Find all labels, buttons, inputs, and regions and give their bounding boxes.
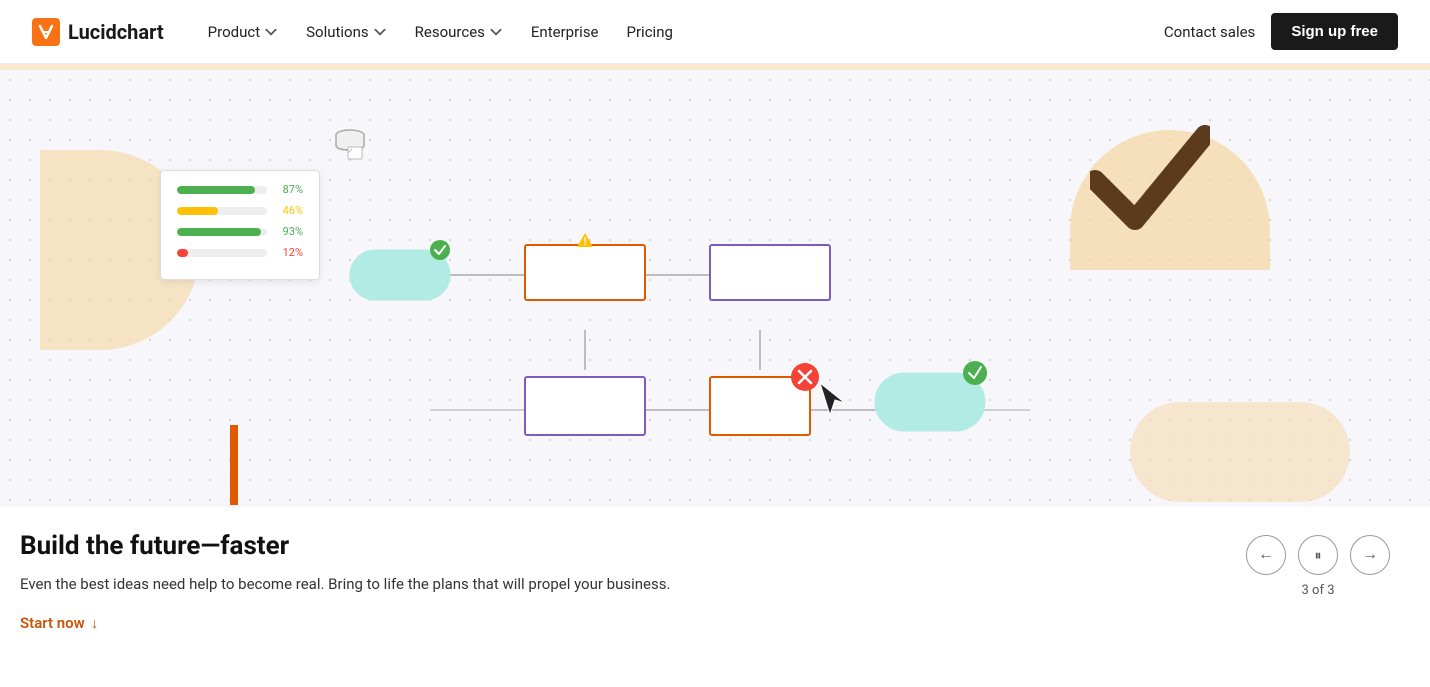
chevron-down-icon — [489, 25, 503, 39]
nav-solutions[interactable]: Solutions — [294, 15, 399, 49]
nav-resources[interactable]: Resources — [403, 15, 515, 49]
chart-card: 87% 46% 93% 12% — [160, 170, 320, 280]
logo-icon — [32, 18, 60, 46]
contact-sales-link[interactable]: Contact sales — [1164, 23, 1255, 41]
start-now-link[interactable]: Start now ↓ — [20, 614, 670, 632]
bottom-section: Build the future—faster Even the best id… — [0, 507, 1430, 687]
database-icon — [330, 125, 370, 173]
pause-button[interactable]: ⏸ — [1298, 535, 1338, 575]
flowchart-svg: ! — [330, 215, 1090, 495]
logo-text: Lucidchart — [68, 20, 164, 44]
nav-links: Product Solutions Resources Enterprise P… — [196, 15, 685, 49]
main-content: 87% 46% 93% 12% — [0, 70, 1430, 687]
arrow-down-icon: ↓ — [91, 614, 99, 632]
chart-row-3: 93% — [177, 225, 303, 238]
navbar: Lucidchart Product Solutions Resources E… — [0, 0, 1430, 64]
nav-pricing[interactable]: Pricing — [615, 15, 685, 49]
nav-left: Lucidchart Product Solutions Resources E… — [32, 15, 685, 49]
next-button[interactable]: → — [1350, 535, 1390, 575]
chart-row-2: 46% — [177, 204, 303, 217]
hero-description: Even the best ideas need help to become … — [20, 573, 670, 596]
deco-right-bottom-shape — [1130, 402, 1350, 502]
logo[interactable]: Lucidchart — [32, 18, 164, 46]
chevron-down-icon — [264, 25, 278, 39]
page-indicator: 3 of 3 — [1302, 583, 1335, 598]
prev-button[interactable]: ← — [1246, 535, 1286, 575]
hero-text: Build the future—faster Even the best id… — [20, 531, 670, 632]
carousel-controls: ← ⏸ → 3 of 3 — [1246, 531, 1390, 598]
chart-row-4: 12% — [177, 246, 303, 259]
svg-text:!: ! — [584, 237, 587, 248]
chevron-down-icon — [373, 25, 387, 39]
diagram-area: 87% 46% 93% 12% — [0, 70, 1430, 687]
nav-product[interactable]: Product — [196, 15, 290, 49]
controls-row: ← ⏸ → — [1246, 535, 1390, 575]
nav-enterprise[interactable]: Enterprise — [519, 15, 611, 49]
orange-vertical-bar — [230, 425, 238, 505]
sign-up-button[interactable]: Sign up free — [1271, 13, 1398, 50]
chart-row-1: 87% — [177, 183, 303, 196]
nav-right: Contact sales Sign up free — [1164, 13, 1398, 50]
hero-title: Build the future—faster — [20, 531, 670, 561]
big-checkmark — [1090, 125, 1210, 239]
